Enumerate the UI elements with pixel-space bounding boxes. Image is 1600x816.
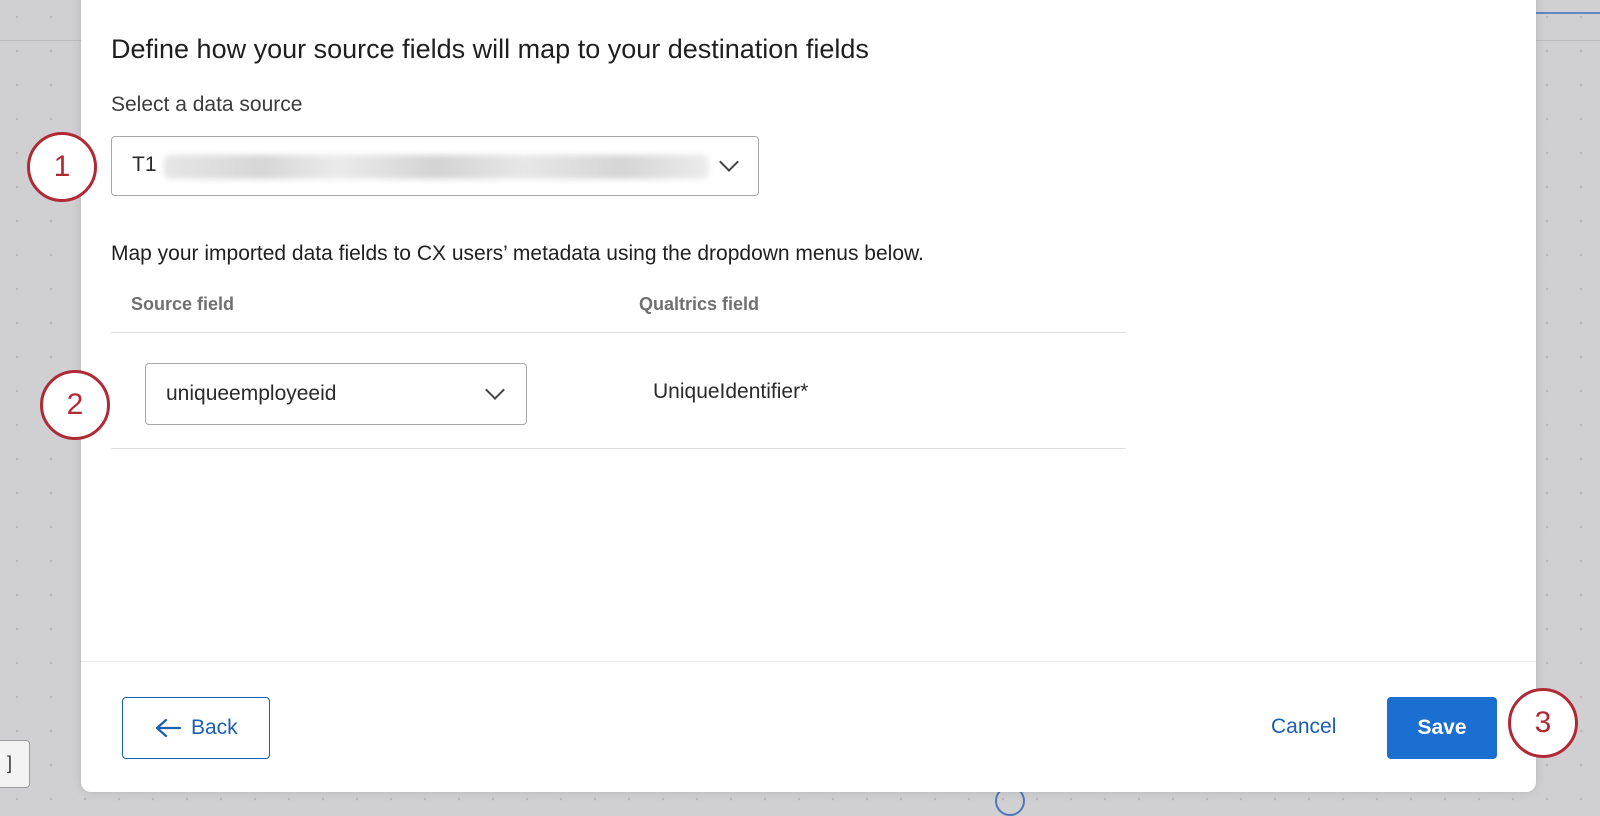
background-tab-indicator [1530, 12, 1600, 14]
save-button[interactable]: Save [1387, 697, 1497, 759]
redacted-text [164, 155, 709, 179]
source-field-value: uniqueemployeeid [166, 382, 337, 405]
bracket-icon: ] [7, 753, 13, 773]
background-side-button: ] [0, 740, 30, 788]
callout-marker-1: 1 [27, 132, 97, 202]
column-header-source: Source field [131, 294, 235, 314]
source-field-select[interactable]: uniqueemployeeid [145, 363, 527, 425]
callout-marker-2: 2 [40, 370, 110, 440]
data-source-value: T1 [132, 153, 157, 176]
mapping-dialog: Define how your source fields will map t… [81, 0, 1536, 792]
cancel-button[interactable]: Cancel [1271, 715, 1336, 739]
back-button[interactable]: Back [122, 697, 270, 759]
data-source-select[interactable]: T1 [111, 136, 759, 196]
qualtrics-field-value: UniqueIdentifier* [653, 380, 809, 403]
arrow-left-icon [155, 718, 181, 738]
back-button-label: Back [191, 716, 238, 739]
chevron-down-icon [485, 380, 505, 400]
table-row-divider [111, 448, 1126, 449]
mapping-instructions: Map your imported data fields to CX user… [111, 242, 924, 265]
column-header-qualtrics: Qualtrics field [639, 294, 760, 314]
chevron-down-icon [719, 152, 739, 172]
footer-divider [81, 661, 1536, 662]
data-source-label: Select a data source [111, 93, 303, 116]
callout-marker-3: 3 [1508, 688, 1578, 758]
dialog-title: Define how your source fields will map t… [111, 34, 869, 64]
table-header-divider [111, 332, 1126, 333]
